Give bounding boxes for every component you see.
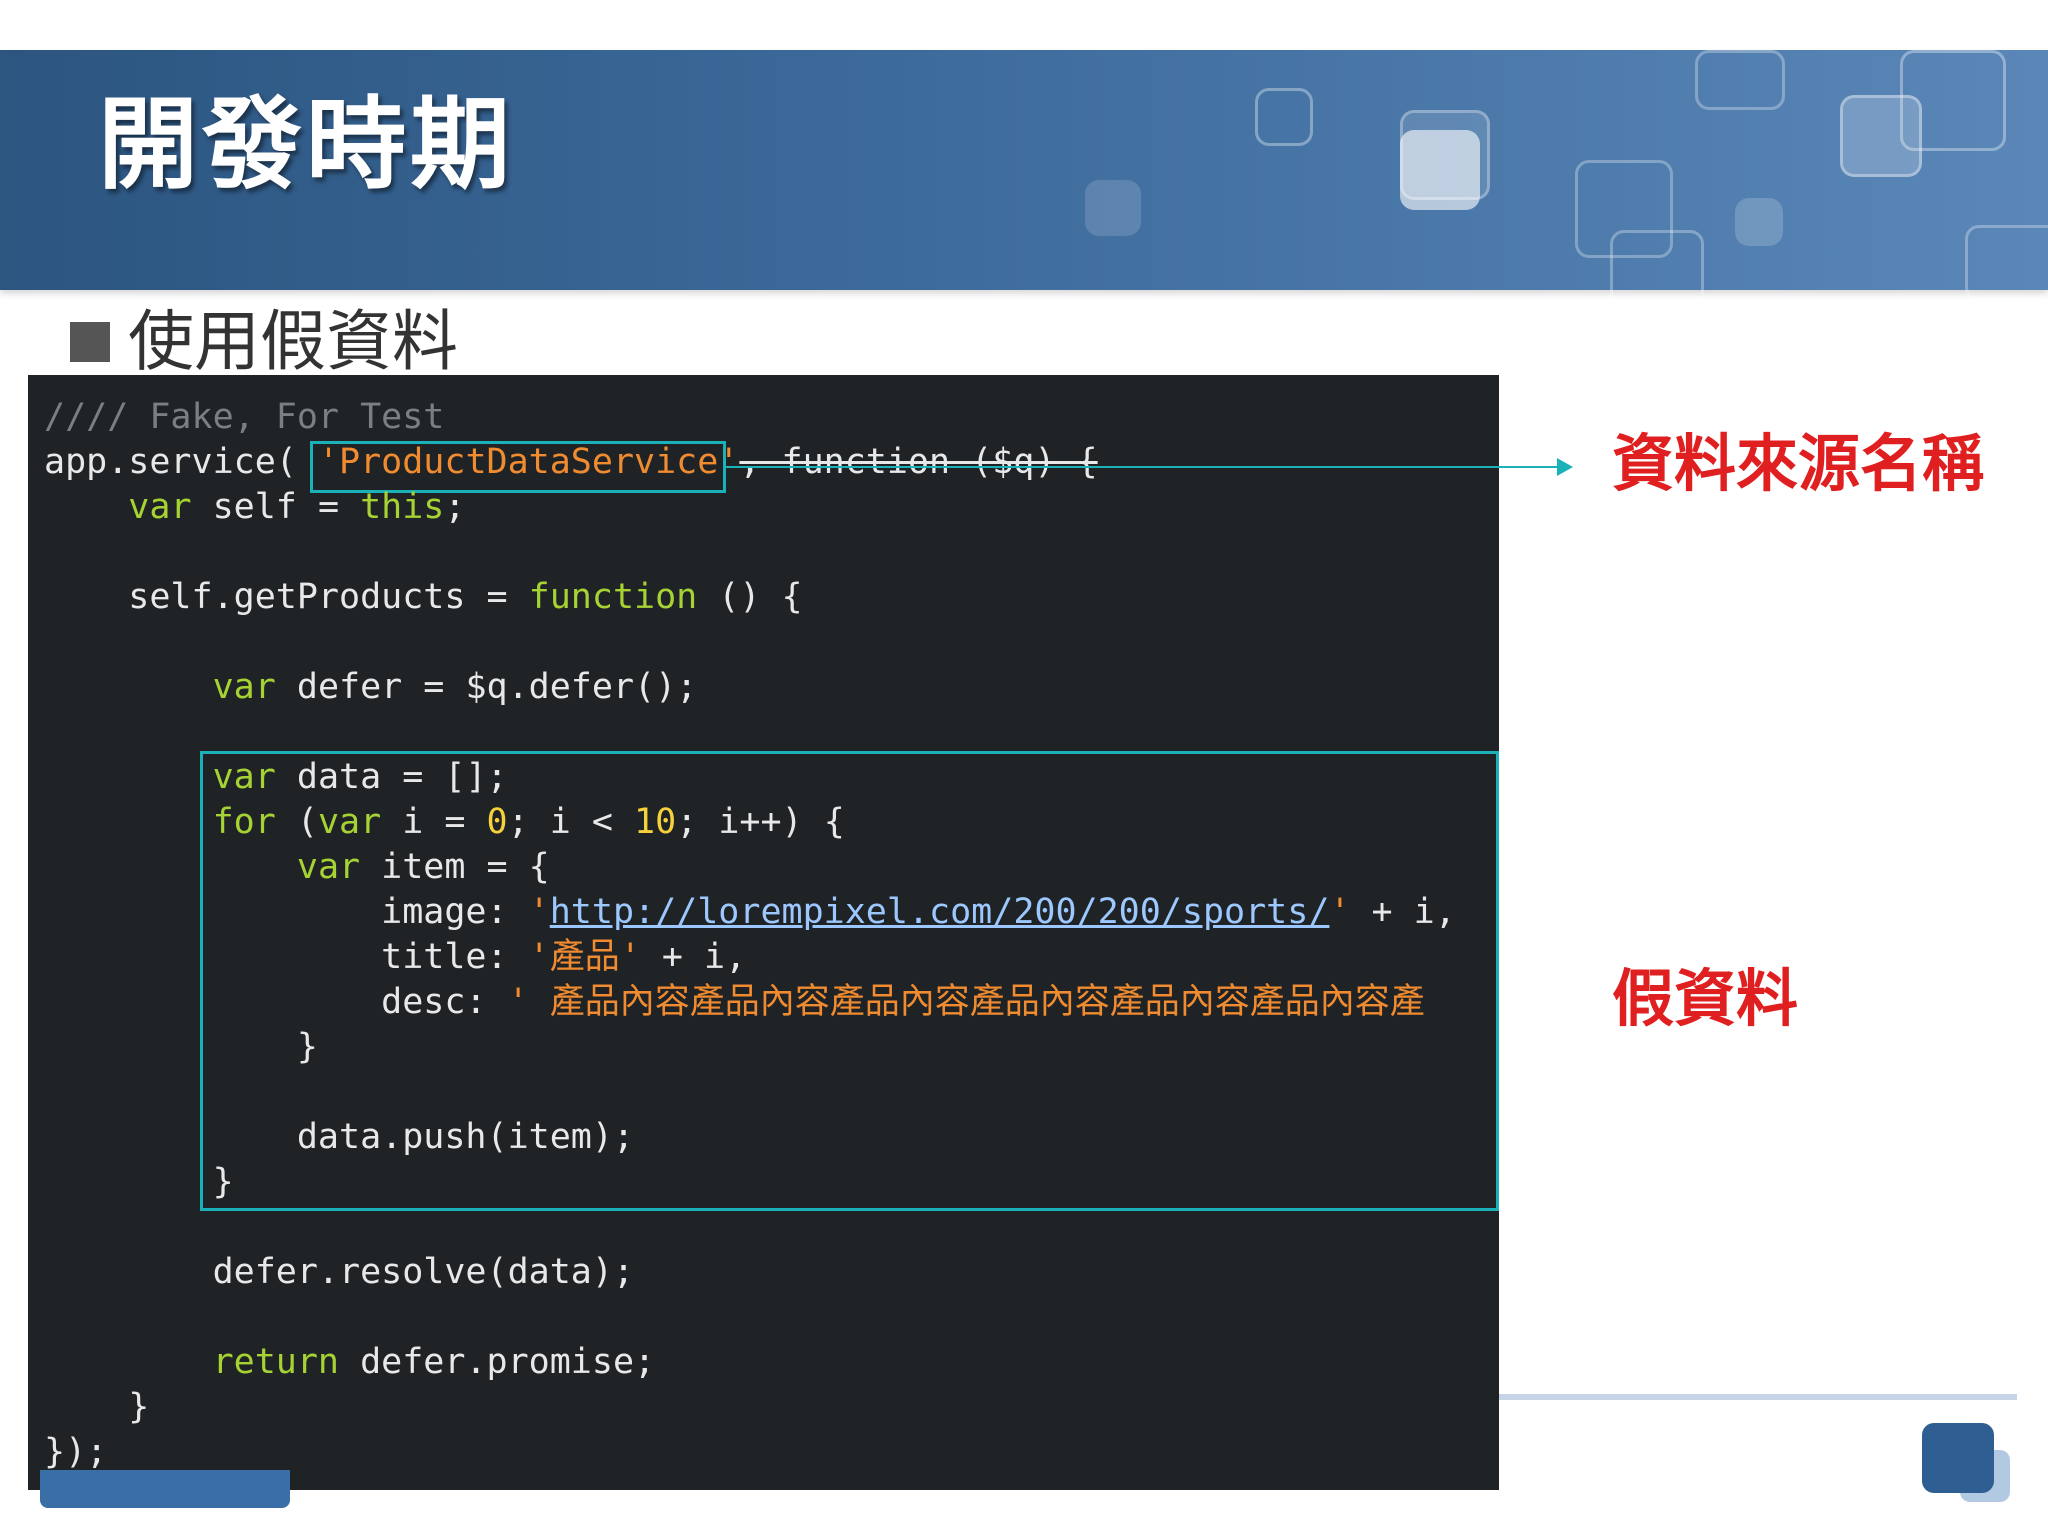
- code-token: }: [44, 1387, 150, 1427]
- code-line: return defer.promise;: [44, 1340, 656, 1384]
- footer-decor-square: [1922, 1423, 1994, 1493]
- code-token: data.push(item);: [44, 1117, 635, 1157]
- decor-square: [1400, 130, 1480, 210]
- code-token: desc:: [44, 982, 508, 1022]
- code-token: (: [275, 802, 318, 842]
- code-token: var: [296, 847, 361, 887]
- code-token: var: [212, 667, 276, 707]
- callout-service-name: 資料來源名稱: [1612, 427, 1985, 500]
- decor-square: [1610, 230, 1704, 316]
- code-token: + i,: [640, 937, 747, 977]
- bullet-item: 使用假資料: [70, 302, 458, 382]
- code-token: ; i <: [507, 802, 635, 842]
- bullet-square-icon: [70, 322, 110, 362]
- code-token: var: [317, 802, 382, 842]
- code-token: self.getProducts =: [44, 577, 529, 617]
- callout-arrow-line: [723, 466, 1560, 468]
- code-token: ;: [444, 487, 466, 527]
- code-token: ': [528, 892, 550, 932]
- callout-fake-data: 假資料: [1612, 962, 1799, 1035]
- decor-square: [1085, 180, 1141, 236]
- code-token: this: [360, 487, 445, 527]
- code-line: image: 'http://lorempixel.com/200/200/sp…: [44, 890, 1456, 934]
- code-line: for (var i = 0; i < 10; i++) {: [44, 800, 845, 844]
- code-line: title: '產品' + i,: [44, 935, 746, 979]
- code-token: ; i++) {: [676, 802, 845, 842]
- code-token: 'ProductDataService': [317, 442, 740, 482]
- code-token: self =: [191, 487, 361, 527]
- code-token: });: [44, 1432, 108, 1472]
- decor-square: [1900, 50, 2006, 151]
- code-token: title:: [44, 937, 529, 977]
- page-title: 開發時期: [98, 86, 514, 203]
- code-block: //// Fake, For Test app.service( 'Product…: [28, 375, 1499, 1490]
- code-token: }: [44, 1027, 318, 1067]
- decor-square: [1965, 225, 2048, 301]
- code-token: i =: [381, 802, 487, 842]
- code-line: var item = {: [44, 845, 550, 889]
- code-token: , function ($q) {: [739, 442, 1098, 482]
- decor-square: [1255, 88, 1313, 146]
- bullet-text: 使用假資料: [128, 303, 458, 380]
- code-line: }: [44, 1385, 149, 1429]
- code-token: image:: [44, 892, 529, 932]
- code-token: return: [212, 1342, 340, 1382]
- code-line: var self = this;: [44, 485, 465, 529]
- code-token: () {: [697, 577, 803, 617]
- code-token: 0: [486, 802, 508, 842]
- code-token: //// Fake, For Test: [44, 397, 445, 437]
- code-token: defer.promise;: [339, 1342, 656, 1382]
- code-token: '產品': [528, 937, 641, 977]
- code-line: //// Fake, For Test: [44, 395, 444, 439]
- code-token: ' 產品內容產品內容產品內容產品內容產品內容產品內容產: [507, 982, 1425, 1022]
- arrow-right-icon: [1557, 458, 1573, 476]
- footer-decor-bar: [40, 1470, 290, 1508]
- code-token: + i,: [1350, 892, 1456, 932]
- code-token: for: [212, 802, 276, 842]
- footer-divider: [1499, 1394, 2017, 1400]
- code-line: app.service( 'ProductDataService', funct…: [44, 440, 1098, 484]
- code-line: var defer = $q.defer();: [44, 665, 698, 709]
- code-token: 10: [634, 802, 677, 842]
- code-token: var: [212, 757, 276, 797]
- code-token: app.service(: [44, 442, 318, 482]
- code-line: defer.resolve(data);: [44, 1250, 634, 1294]
- code-token: item = {: [360, 847, 550, 887]
- code-line: });: [44, 1430, 107, 1474]
- code-token: }: [44, 1162, 234, 1202]
- code-token: defer = $q.defer();: [275, 667, 698, 707]
- code-line: desc: ' 產品內容產品內容產品內容產品內容產品內容產品內容產: [44, 980, 1425, 1024]
- code-line: data.push(item);: [44, 1115, 634, 1159]
- code-token[interactable]: http://lorempixel.com/200/200/sports/: [550, 892, 1330, 932]
- code-line: self.getProducts = function () {: [44, 575, 803, 619]
- code-token: data = [];: [275, 757, 508, 797]
- code-line: }: [44, 1025, 318, 1069]
- decor-square: [1695, 50, 1785, 110]
- code-token: defer.resolve(data);: [44, 1252, 635, 1292]
- code-line: var data = [];: [44, 755, 508, 799]
- code-token: var: [128, 487, 192, 527]
- code-token: function: [528, 577, 698, 617]
- code-line: }: [44, 1160, 234, 1204]
- code-token: ': [1329, 892, 1351, 932]
- decor-square: [1735, 198, 1783, 246]
